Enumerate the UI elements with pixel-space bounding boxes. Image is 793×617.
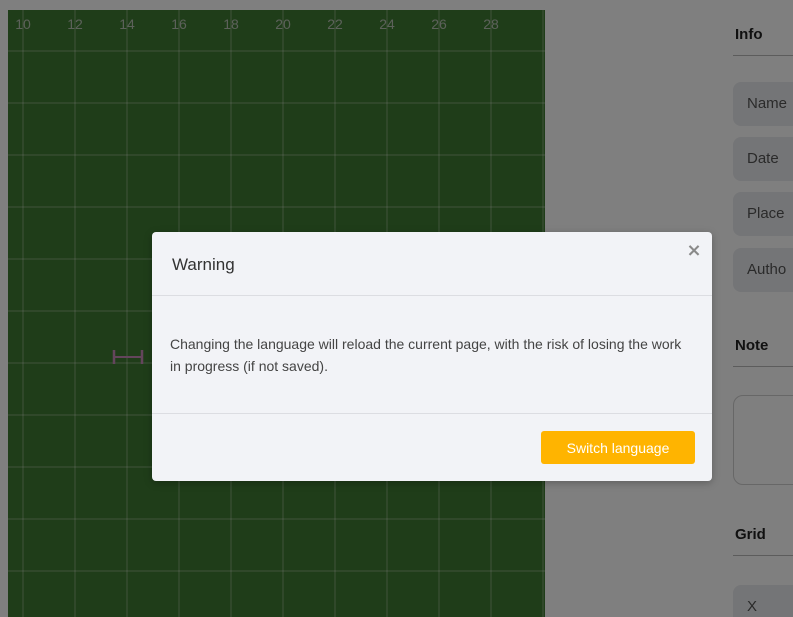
language-warning-dialog: Warning × Changing the language will rel… [152,232,712,481]
switch-language-button[interactable]: Switch language [541,431,695,464]
modal-header: Warning × [152,232,712,296]
modal-footer: Switch language [152,414,712,481]
modal-message: Changing the language will reload the cu… [170,336,682,374]
modal-title: Warning [172,255,235,274]
close-icon[interactable]: × [686,242,702,260]
modal-body: Changing the language will reload the cu… [152,296,712,414]
